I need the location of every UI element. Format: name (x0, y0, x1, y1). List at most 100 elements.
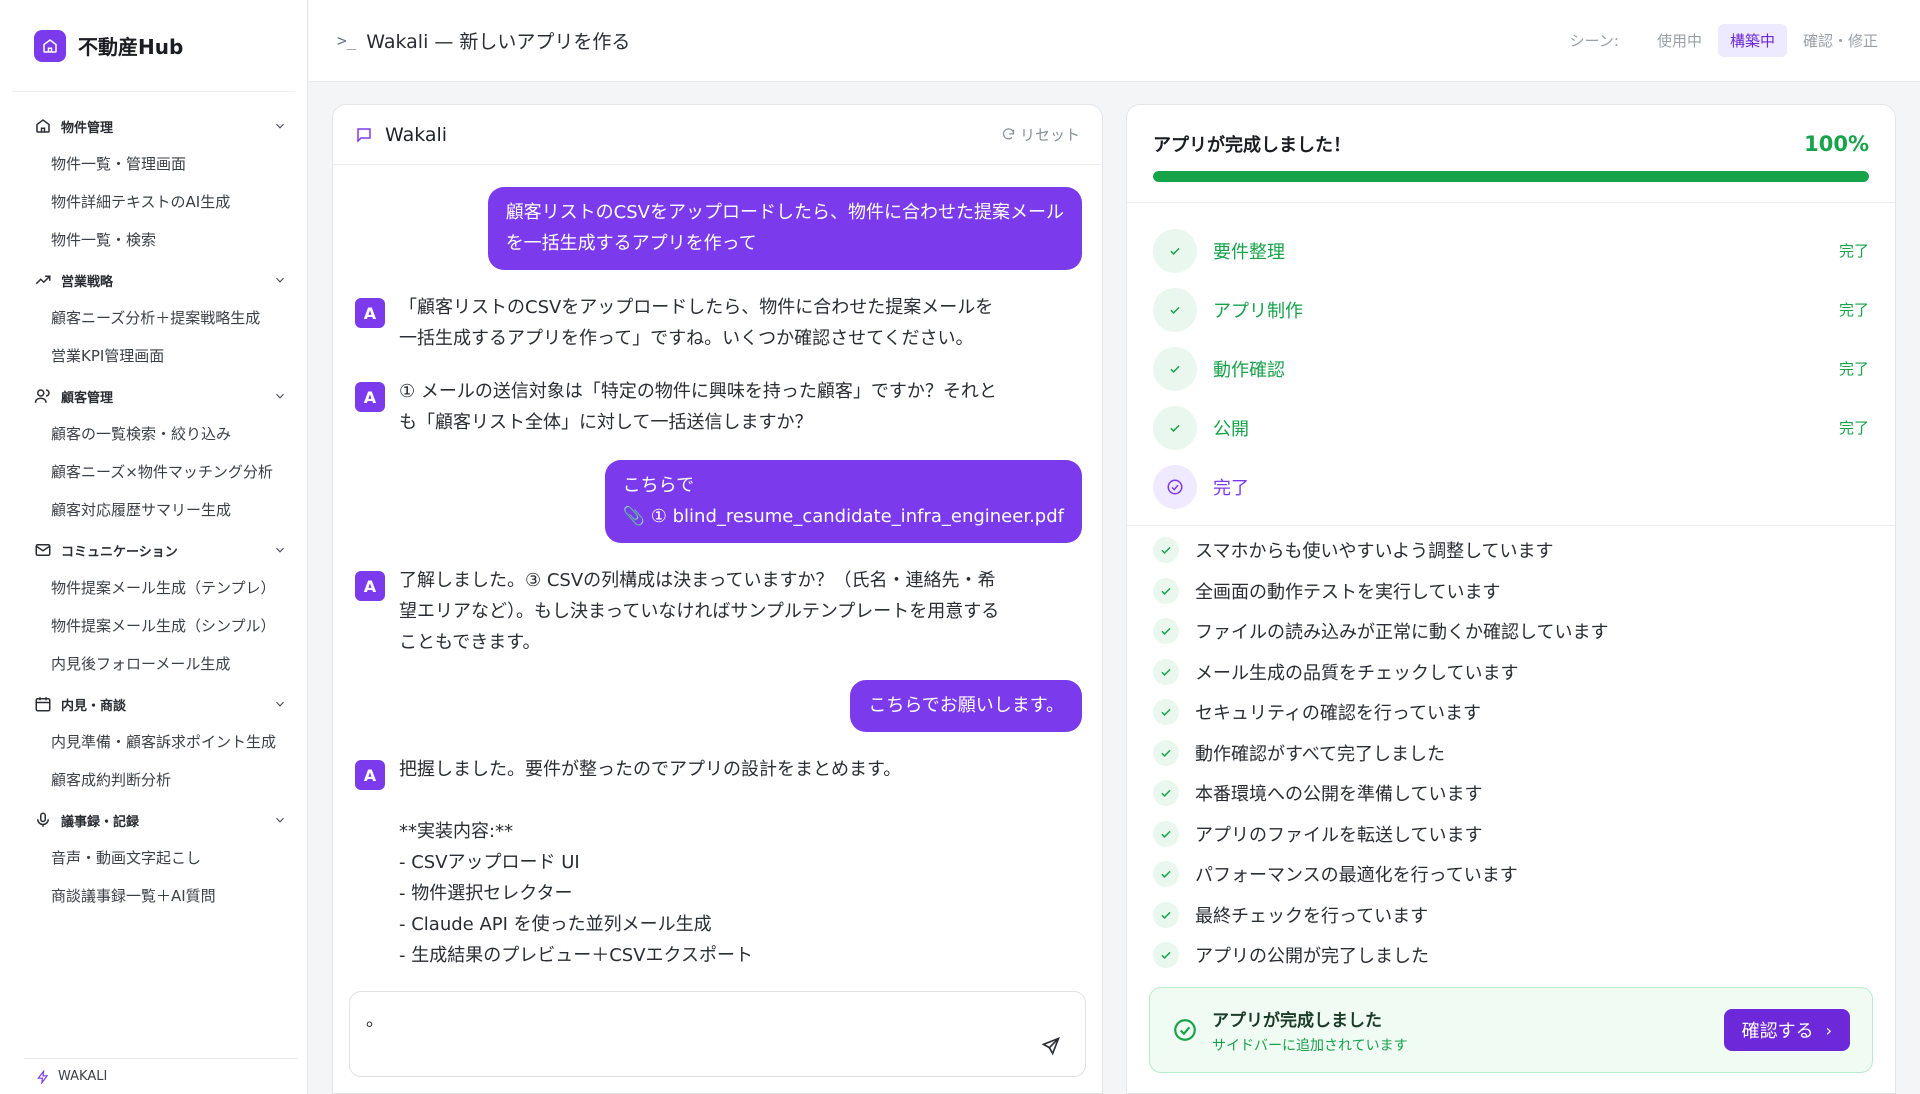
sidebar-item[interactable]: 営業KPI管理画面 (34, 338, 284, 376)
top-header: >_ Wakali — 新しいアプリを作る シーン: 使用中 構築中 確認・修正 (309, 0, 1920, 82)
sidebar-item[interactable]: 物件提案メール生成（テンプレ） (34, 570, 284, 608)
step-item: アプリ制作 完了 (1153, 280, 1869, 339)
sidebar-item[interactable]: 顧客成約判断分析 (34, 762, 284, 800)
log-item: 本番環境への公開を準備しています (1153, 773, 1869, 814)
check-icon (1153, 287, 1197, 332)
sidebar-nav: 物件管理 物件一覧・管理画面 物件詳細テキストのAI生成 物件一覧・検索 営業戦略 顧客ニ… (0, 92, 307, 916)
log-text: アプリの公開が完了しました (1195, 946, 1429, 968)
reset-label: リセット (1019, 126, 1080, 144)
check-icon (1153, 577, 1179, 604)
sidebar-item[interactable]: 商談議事録一覧＋AI質問 (34, 878, 284, 916)
sidebar-item[interactable]: 物件一覧・管理画面 (34, 146, 284, 184)
check-icon (1153, 228, 1197, 273)
log-item: ファイルの読み込みが正常に動くか確認しています (1153, 611, 1869, 652)
assistant-avatar: A (355, 760, 385, 790)
bolt-icon (37, 1069, 49, 1084)
sidebar-item[interactable]: 内見後フォローメール生成 (34, 646, 284, 684)
step-status: 完了 (1838, 419, 1869, 437)
scene-option-review[interactable]: 確認・修正 (1791, 24, 1890, 57)
log-text: セキュリティの確認を行っています (1195, 703, 1482, 725)
step-label: 動作確認 (1213, 359, 1285, 381)
assistant-message-text: 了解しました。③ CSVの列構成は決まっていますか？（氏名・連絡先・希 望エリア… (399, 570, 1000, 653)
assistant-avatar: A (355, 298, 385, 328)
sidebar-item[interactable]: 顧客ニーズ×物件マッチング分析 (34, 454, 284, 492)
step-list: 要件整理 完了 アプリ制作 完了 動作確認 完了 公開 完了 完了 (1127, 203, 1895, 526)
calendar-icon (35, 697, 51, 712)
sidebar-item[interactable]: 顧客の一覧検索・絞り込み (34, 416, 284, 454)
chat-title: Wakali (385, 123, 448, 146)
sidebar-section-title: 物件管理 (61, 120, 114, 136)
check-icon (1153, 618, 1179, 645)
step-status: 完了 (1838, 360, 1869, 378)
sidebar-section-0[interactable]: 物件管理 (34, 106, 287, 146)
sidebar-section-title: 内見・商談 (61, 698, 127, 714)
step-item: 要件整理 完了 (1153, 221, 1869, 280)
check-icon (1153, 346, 1197, 391)
sidebar-item[interactable]: 音声・動画文字起こし (34, 840, 284, 878)
check-icon (1153, 942, 1179, 969)
log-text: パフォーマンスの最適化を行っています (1195, 865, 1518, 887)
user-message: こちらでお願いします。 (355, 680, 1082, 732)
progress-header: アプリが完成しました！ 100% (1127, 105, 1895, 203)
sidebar-section-4[interactable]: 内見・商談 (34, 684, 287, 724)
check-circle-icon (1174, 1019, 1196, 1041)
send-icon[interactable] (1041, 1036, 1061, 1056)
chevron-down-icon (276, 817, 284, 823)
sidebar-item[interactable]: 顧客ニーズ分析＋提案戦略生成 (34, 300, 284, 338)
assistant-avatar: A (355, 382, 385, 412)
footer-label: WAKALI (58, 1069, 108, 1084)
terminal-icon: >_ (337, 31, 357, 50)
log-item: パフォーマンスの最適化を行っています (1153, 854, 1869, 895)
step-label: 公開 (1213, 418, 1249, 440)
log-text: 本番環境への公開を準備しています (1195, 784, 1483, 806)
sidebar-section-1[interactable]: 営業戦略 (34, 260, 287, 300)
activity-log: スマホからも使いやすいよう調整しています全画面の動作テストを実行しています ファイ… (1127, 526, 1895, 976)
sidebar-item[interactable]: 内見準備・顧客訴求ポイント生成 (34, 724, 284, 762)
progress-bar-fill (1153, 171, 1869, 182)
log-text: 最終チェックを行っています (1195, 905, 1429, 927)
sidebar-item[interactable]: 物件詳細テキストのAI生成 (34, 184, 284, 222)
check-icon (1153, 780, 1179, 807)
check-icon (1153, 901, 1179, 928)
user-message: 顧客リストのCSVをアップロードしたら、物件に合わせた提案メール を一括生成する… (355, 187, 1082, 270)
assistant-message-text: ① メールの送信対象は「特定の物件に興味を持った顧客」ですか？それと も「顧客リ… (399, 381, 997, 433)
log-item: 最終チェックを行っています (1153, 895, 1869, 936)
completion-subtitle: サイドバーに追加されています (1212, 1037, 1408, 1054)
chevron-down-icon (276, 277, 284, 283)
sidebar-item[interactable]: 物件提案メール生成（シンプル） (34, 608, 284, 646)
log-item: 全画面の動作テストを実行しています (1153, 571, 1869, 612)
completion-title: アプリが完成しました (1212, 1010, 1382, 1031)
progress-percent: 100% (1804, 132, 1869, 156)
progress-title: アプリが完成しました！ (1153, 135, 1351, 156)
mic-icon (37, 812, 49, 827)
confirm-button[interactable]: 確認する › (1723, 1009, 1850, 1051)
log-text: スマホからも使いやすいよう調整しています (1195, 541, 1554, 563)
progress-bar (1153, 171, 1869, 182)
sidebar-item[interactable]: 顧客対応履歴サマリー生成 (34, 492, 284, 530)
mail-icon (35, 544, 51, 556)
user-message-text: こちらでお願いします。 (850, 680, 1082, 732)
log-text: 動作確認がすべて完了しました (1195, 743, 1446, 765)
message-input-value: 。 (366, 1010, 384, 1031)
sidebar-section-3[interactable]: コミュニケーション (34, 530, 287, 570)
chevron-down-icon (276, 547, 284, 553)
sidebar-footer[interactable]: WAKALI (24, 1058, 297, 1094)
log-item: 動作確認がすべて完了しました (1153, 733, 1869, 774)
completion-card: アプリが完成しました サイドバーに追加されています 確認する › (1149, 987, 1873, 1073)
home-logo-icon (34, 29, 66, 62)
reset-button[interactable]: リセット (1001, 124, 1080, 145)
step-item: 完了 (1153, 457, 1869, 516)
sidebar-section-5[interactable]: 議事録・記録 (34, 800, 287, 840)
log-text: メール生成の品質をチェックしています (1195, 662, 1519, 684)
scene-option-building[interactable]: 構築中 (1717, 24, 1787, 57)
sidebar-section-2[interactable]: 顧客管理 (34, 376, 287, 416)
scene-option-using[interactable]: 使用中 (1645, 24, 1714, 57)
sidebar-item[interactable]: 物件一覧・検索 (34, 222, 284, 260)
step-item: 動作確認 完了 (1153, 339, 1869, 398)
sidebar: 不動産Hub 物件管理物件一覧・管理画面 物件詳細テキストのAI生成 物件一覧・検索… (0, 0, 308, 1094)
chevron-down-icon (276, 701, 284, 707)
brand[interactable]: 不動産Hub (12, 0, 295, 92)
check-icon (1153, 820, 1179, 847)
assistant-message: A 「顧客リストのCSVをアップロードしたら、物件に合わせた提案メールを 一括生成… (355, 292, 1082, 354)
message-input[interactable]: 。 (349, 991, 1086, 1077)
